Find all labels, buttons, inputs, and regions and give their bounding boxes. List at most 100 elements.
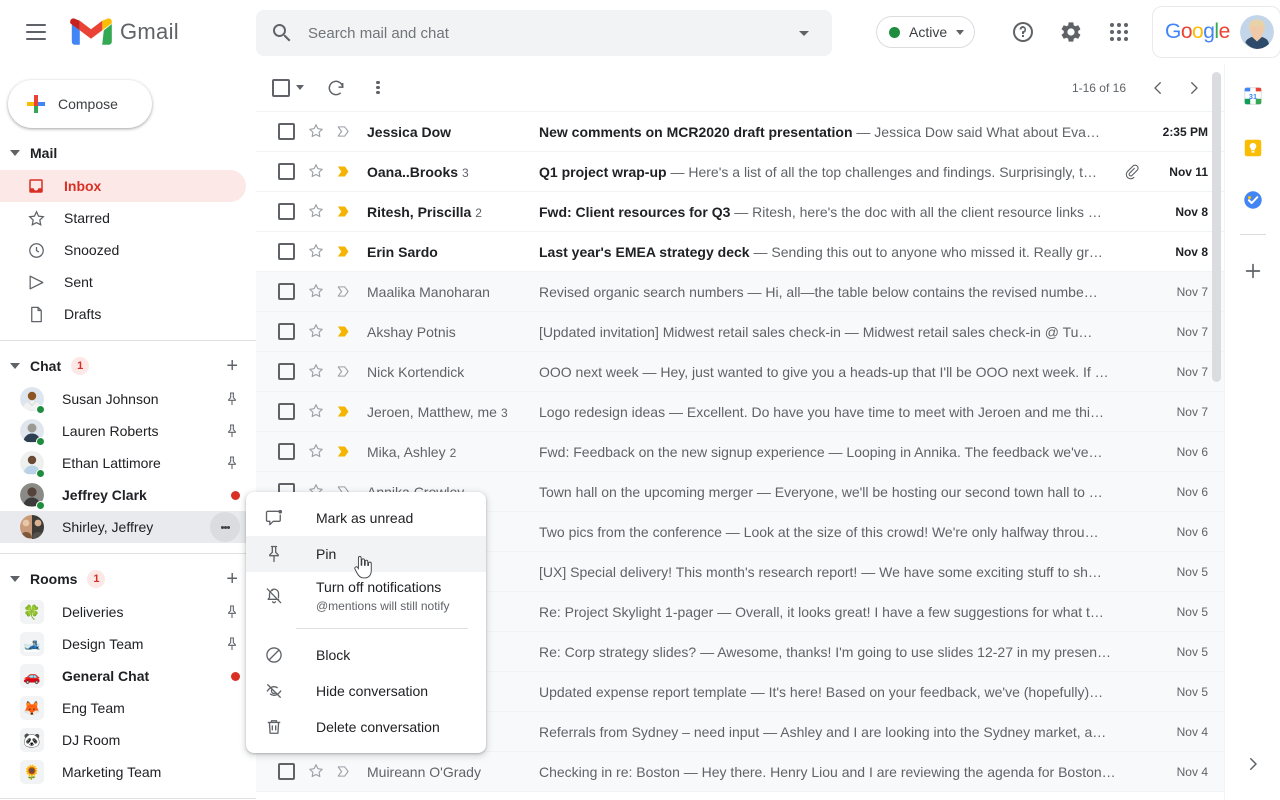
important-marker-icon[interactable] (335, 763, 353, 781)
sidebar-item-drafts[interactable]: Drafts (0, 298, 246, 330)
search-options-icon[interactable] (792, 21, 816, 45)
sidebar-item-sent[interactable]: Sent (0, 266, 246, 298)
chevron-down-icon[interactable] (296, 85, 304, 90)
account-button[interactable]: Google (1152, 6, 1280, 58)
star-icon[interactable] (307, 322, 327, 342)
next-page-button[interactable] (1176, 70, 1212, 106)
tasks-button[interactable] (1233, 180, 1273, 220)
important-marker-icon[interactable] (335, 163, 353, 181)
apps-button[interactable] (1103, 16, 1135, 48)
list-scrollbar[interactable] (1212, 72, 1221, 382)
room-item-trailing[interactable] (224, 636, 240, 652)
room-item-deliveries[interactable]: 🍀 Deliveries (0, 596, 256, 628)
menu-item-block[interactable]: Block (246, 637, 486, 673)
sidebar-item-starred[interactable]: Starred (0, 202, 246, 234)
menu-item-hide-conversation[interactable]: Hide conversation (246, 673, 486, 709)
star-icon[interactable] (307, 162, 327, 182)
table-row[interactable]: Jeroen, Matthew, me3Logo redesign ideas … (256, 392, 1224, 432)
prev-page-button[interactable] (1140, 70, 1176, 106)
row-checkbox[interactable] (278, 443, 295, 460)
compose-button[interactable]: Compose (8, 80, 152, 128)
star-icon[interactable] (307, 202, 327, 222)
star-icon[interactable] (307, 282, 327, 302)
search-bar[interactable] (256, 10, 832, 56)
chat-item-jeffrey-clark[interactable]: Jeffrey Clark (0, 479, 256, 511)
table-row[interactable]: Oana..Brooks3Q1 project wrap-up — Here's… (256, 152, 1224, 192)
row-checkbox[interactable] (278, 203, 295, 220)
refresh-button[interactable] (318, 70, 354, 106)
status-chip[interactable]: Active (876, 16, 975, 48)
table-row[interactable]: Muireann O'GradyChecking in re: Boston —… (256, 752, 1224, 792)
chat-item-more-button[interactable] (210, 512, 240, 542)
important-marker-icon[interactable] (335, 363, 353, 381)
table-row[interactable]: Nick KortendickOOO next week — Hey, just… (256, 352, 1224, 392)
keep-button[interactable] (1233, 128, 1273, 168)
chat-item-trailing[interactable] (224, 391, 240, 407)
attachment-icon[interactable] (1122, 162, 1142, 182)
more-options-button[interactable] (360, 70, 396, 106)
settings-button[interactable] (1055, 16, 1087, 48)
expand-panel-button[interactable] (1235, 746, 1271, 782)
row-checkbox[interactable] (278, 363, 295, 380)
row-checkbox[interactable] (278, 283, 295, 300)
table-row[interactable]: Akshay Potnis[Updated invitation] Midwes… (256, 312, 1224, 352)
important-marker-icon[interactable] (335, 283, 353, 301)
important-marker-icon[interactable] (335, 203, 353, 221)
sidebar-item-inbox[interactable]: Inbox (0, 170, 246, 202)
room-item-trailing[interactable] (224, 604, 240, 620)
table-row[interactable]: Maalika ManoharanRevised organic search … (256, 272, 1224, 312)
sidebar-item-snoozed[interactable]: Snoozed (0, 234, 246, 266)
star-icon[interactable] (307, 762, 327, 782)
star-icon[interactable] (307, 362, 327, 382)
gmail-brand[interactable]: Gmail (70, 16, 179, 48)
important-marker-icon[interactable] (335, 443, 353, 461)
menu-item-turn-off-notifications[interactable]: Turn off notifications @mentions will st… (246, 572, 486, 620)
chat-item-trailing[interactable] (224, 455, 240, 471)
room-item-design-team[interactable]: 🎿 Design Team (0, 628, 256, 660)
chat-item-ethan-lattimore[interactable]: Ethan Lattimore (0, 447, 256, 479)
help-button[interactable] (1007, 16, 1039, 48)
room-item-label: DJ Room (62, 732, 120, 748)
avatar[interactable] (1240, 15, 1274, 49)
chat-item-trailing[interactable] (224, 423, 240, 439)
rooms-section-header[interactable]: Rooms 1 + (0, 562, 256, 596)
table-row[interactable]: Erin SardoLast year's EMEA strategy deck… (256, 232, 1224, 272)
row-checkbox[interactable] (278, 763, 295, 780)
chat-item-susan-johnson[interactable]: Susan Johnson (0, 383, 256, 415)
kebab-menu-icon[interactable] (210, 512, 240, 542)
chat-item-shirley-jeffrey[interactable]: Shirley, Jeffrey (0, 511, 256, 543)
chat-item-lauren-roberts[interactable]: Lauren Roberts (0, 415, 256, 447)
table-row[interactable]: Jessica DowNew comments on MCR2020 draft… (256, 112, 1224, 152)
row-checkbox[interactable] (278, 123, 295, 140)
room-item-marketing-team[interactable]: 🌻 Marketing Team (0, 756, 256, 788)
chat-section-header[interactable]: Chat 1 + (0, 349, 256, 383)
add-chat-icon[interactable]: + (226, 356, 238, 376)
menu-item-delete-conversation[interactable]: Delete conversation (246, 709, 486, 745)
room-item-general-chat[interactable]: 🚗 General Chat (0, 660, 256, 692)
row-checkbox[interactable] (278, 243, 295, 260)
star-icon[interactable] (307, 242, 327, 262)
star-icon[interactable] (307, 442, 327, 462)
calendar-button[interactable]: 31 (1233, 76, 1273, 116)
important-marker-icon[interactable] (335, 323, 353, 341)
menu-item-pin[interactable]: Pin (246, 536, 486, 572)
room-item-eng-team[interactable]: 🦊 Eng Team (0, 692, 256, 724)
search-input[interactable] (308, 25, 792, 42)
add-room-icon[interactable]: + (226, 569, 238, 589)
star-icon[interactable] (307, 402, 327, 422)
select-all-checkbox[interactable] (272, 79, 304, 97)
table-row[interactable]: Mika, Ashley2Fwd: Feedback on the new si… (256, 432, 1224, 472)
important-marker-icon[interactable] (335, 123, 353, 141)
star-icon[interactable] (307, 122, 327, 142)
menu-item-mark-as-unread[interactable]: Mark as unread (246, 500, 486, 536)
row-checkbox[interactable] (278, 163, 295, 180)
add-addon-button[interactable] (1233, 251, 1273, 291)
mail-section-header[interactable]: Mail (0, 136, 256, 170)
row-checkbox[interactable] (278, 403, 295, 420)
hamburger-icon[interactable] (12, 8, 60, 56)
room-item-dj-room[interactable]: 🐼 DJ Room (0, 724, 256, 756)
important-marker-icon[interactable] (335, 243, 353, 261)
row-checkbox[interactable] (278, 323, 295, 340)
important-marker-icon[interactable] (335, 403, 353, 421)
table-row[interactable]: Ritesh, Priscilla2Fwd: Client resources … (256, 192, 1224, 232)
